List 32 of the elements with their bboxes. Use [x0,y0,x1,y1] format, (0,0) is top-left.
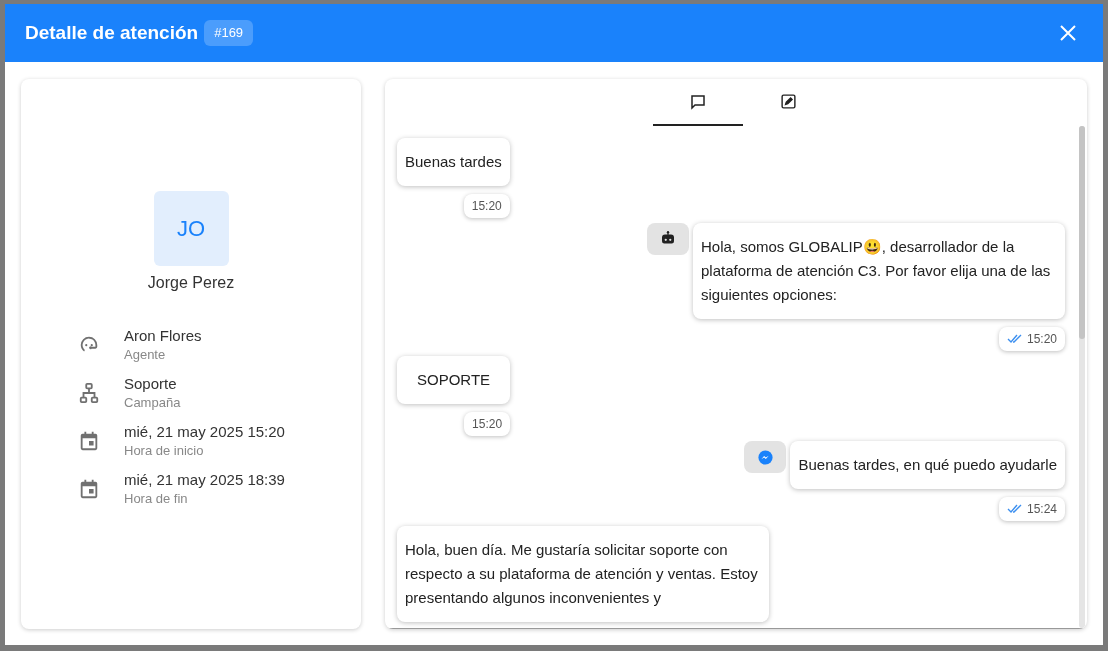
message-time: 15:20 [998,327,1065,351]
chat-icon [689,92,707,111]
detail-value: Soporte [124,374,178,394]
close-icon [1060,25,1076,41]
detail-value: mié, 21 may 2025 15:20 [124,422,285,442]
detail-label: Hora de fin [124,490,189,508]
contact-name: Jorge Perez [147,273,235,293]
contact-avatar: JO [153,191,229,266]
detail-value: mié, 21 may 2025 18:39 [124,470,285,490]
message-bubble: SOPORTE [397,356,511,404]
calendar-icon [78,478,100,500]
double-check-icon [1006,504,1023,514]
detail-label: Campaña [124,394,181,412]
scrollbar[interactable] [1079,126,1085,628]
detail-label: Agente [124,346,167,364]
message-bubble: Buenas tardes [397,138,510,186]
ticket-number: #169 [204,20,254,46]
edit-icon [779,93,797,110]
message-time: 15:20 [464,412,511,436]
detail-value: Aron Flores [124,326,202,346]
dialog-title: Detalle de atención [25,20,199,45]
double-check-icon [1006,334,1023,344]
messenger-icon [756,448,774,466]
message-time: 15:20 [463,194,510,218]
detail-label: Hora de inicio [124,442,205,460]
message-bubble: Hola, somos GLOBALIP😃, desarrollador de la plataforma de atención C3. Por favor elija una de las siguientes opciones: [693,223,1065,319]
scrollbar-thumb[interactable] [1079,126,1085,339]
message-bubble: Hola, buen día. Me gustaría solicitar soporte con respecto a su plataforma de atención y ventas. Estoy presentando algunos inconvenientes y [397,526,769,622]
calendar-icon [78,430,100,452]
message-bubble: Buenas tardes, en qué puedo ayudarle [790,441,1065,489]
message-time: 15:24 [998,497,1065,521]
network-icon [78,382,100,404]
